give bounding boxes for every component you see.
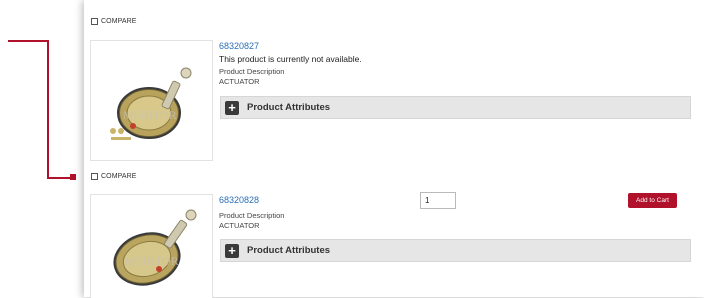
- product-attributes-toggle[interactable]: + Product Attributes: [220, 96, 691, 119]
- callout-line-bottom: [47, 177, 71, 179]
- description-label: Product Description: [219, 67, 285, 76]
- product-attributes-label: Product Attributes: [247, 245, 331, 256]
- quantity-input[interactable]: 1: [420, 192, 456, 209]
- compare-label: COMPARE: [101, 173, 137, 180]
- product-sku-link[interactable]: 68320827: [219, 41, 259, 51]
- plus-icon[interactable]: +: [225, 100, 239, 115]
- callout-line-vertical: [47, 40, 49, 179]
- description-value: ACTUATOR: [219, 221, 260, 230]
- product-attributes-label: Product Attributes: [247, 102, 331, 113]
- checkbox-icon[interactable]: [91, 173, 98, 180]
- availability-text: This product is currently not available.: [219, 54, 362, 64]
- product-image[interactable]: MERITOR: [90, 194, 213, 298]
- product-list-panel: COMPARE MERITOR 68320827 This product is…: [84, 0, 704, 298]
- product-sku-link[interactable]: 68320828: [219, 195, 259, 205]
- callout-marker: [70, 174, 76, 180]
- description-label: Product Description: [219, 211, 285, 220]
- brake-actuator-image: MERITOR: [91, 41, 212, 160]
- compare-checkbox[interactable]: COMPARE: [91, 18, 137, 25]
- product-image[interactable]: MERITOR: [90, 40, 213, 161]
- svg-text:MERITOR: MERITOR: [125, 254, 179, 268]
- callout-line-top: [8, 40, 48, 42]
- compare-label: COMPARE: [101, 18, 137, 25]
- checkbox-icon[interactable]: [91, 18, 98, 25]
- description-value: ACTUATOR: [219, 77, 260, 86]
- product-attributes-toggle[interactable]: + Product Attributes: [220, 239, 691, 262]
- plus-icon[interactable]: +: [225, 243, 239, 258]
- compare-checkbox[interactable]: COMPARE: [91, 173, 137, 180]
- add-to-cart-button[interactable]: Add to Cart: [628, 193, 677, 208]
- brake-actuator-image: MERITOR: [91, 195, 212, 298]
- svg-text:MERITOR: MERITOR: [123, 108, 177, 122]
